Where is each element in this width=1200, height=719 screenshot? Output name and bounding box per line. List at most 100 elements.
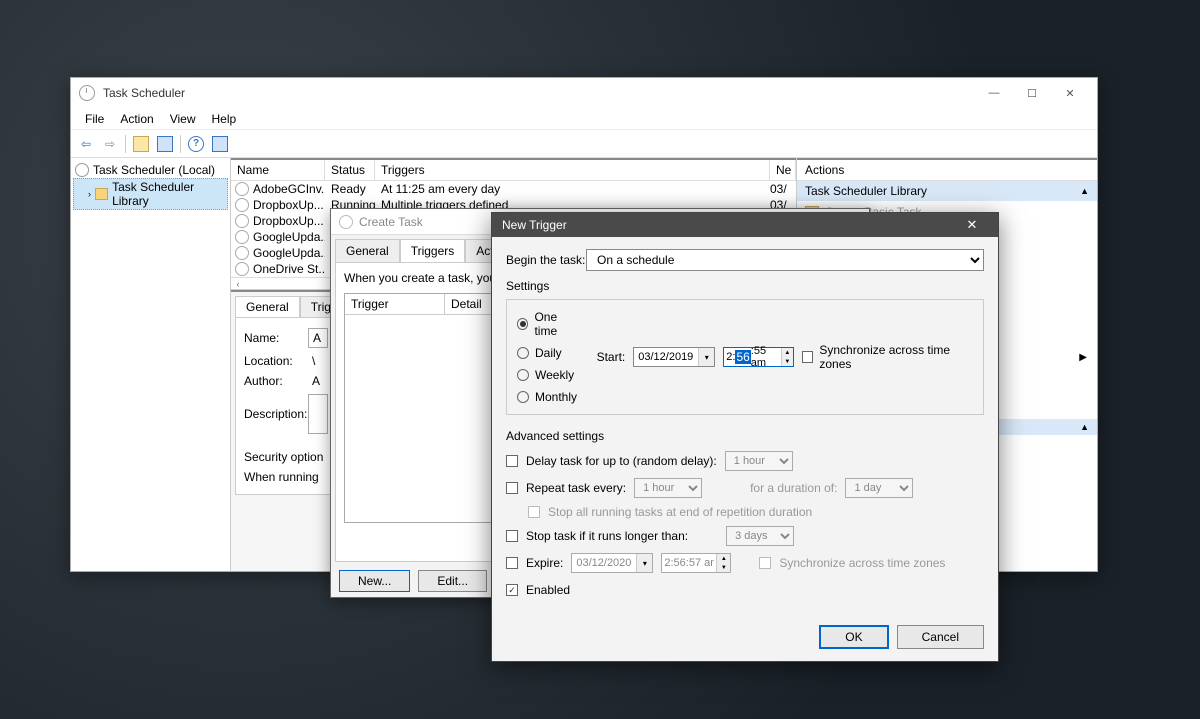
begin-task-select[interactable]: On a schedule: [586, 249, 984, 271]
stop-all-checkbox: [528, 506, 540, 518]
task-icon: [235, 214, 249, 228]
radio-weekly[interactable]: Weekly: [517, 368, 581, 382]
sync-timezone-checkbox[interactable]: Synchronize across time zones: [802, 343, 973, 371]
task-row[interactable]: AdobeGCInv...ReadyAt 11:25 am every day0…: [231, 181, 796, 197]
enabled-checkbox[interactable]: [506, 584, 518, 596]
dialog-close-button[interactable]: ✕: [956, 217, 988, 233]
radio-icon: [517, 318, 528, 330]
name-label: Name:: [244, 331, 308, 345]
edit-trigger-button[interactable]: Edit...: [418, 570, 487, 592]
stop-if-select[interactable]: 3 days: [726, 526, 794, 546]
col-triggers[interactable]: Triggers: [375, 160, 770, 180]
expire-label: Expire:: [526, 556, 563, 570]
start-date-picker[interactable]: ▾: [633, 347, 715, 367]
menu-action[interactable]: Action: [112, 110, 161, 128]
duration-label: for a duration of:: [750, 481, 837, 495]
close-button[interactable]: ✕: [1051, 82, 1089, 104]
window-title: Task Scheduler: [103, 86, 185, 100]
expire-time-input[interactable]: ▲▼: [661, 553, 731, 573]
task-icon: [235, 246, 249, 260]
time-up-button[interactable]: ▲: [781, 348, 793, 357]
titlebar[interactable]: Task Scheduler — ☐ ✕: [71, 78, 1097, 108]
start-date-input[interactable]: [634, 351, 698, 363]
checkbox-icon: [802, 351, 813, 363]
col-status[interactable]: Status: [325, 160, 375, 180]
enabled-label: Enabled: [526, 583, 570, 597]
delay-checkbox[interactable]: [506, 455, 518, 467]
stop-if-checkbox[interactable]: [506, 530, 518, 542]
settings-label: Settings: [506, 279, 984, 293]
radio-daily[interactable]: Daily: [517, 346, 581, 360]
folder-icon: [95, 188, 108, 200]
task-icon: [235, 182, 249, 196]
maximize-button[interactable]: ☐: [1013, 82, 1051, 104]
expire-date-picker[interactable]: ▾: [571, 553, 653, 573]
new-trigger-title: New Trigger: [502, 218, 567, 232]
menu-bar: File Action View Help: [71, 108, 1097, 130]
time-down-button[interactable]: ▼: [781, 357, 793, 366]
forward-button[interactable]: ⇨: [99, 133, 121, 155]
begin-task-label: Begin the task:: [506, 253, 586, 267]
toolbar-icon-2[interactable]: [154, 133, 176, 155]
radio-monthly[interactable]: Monthly: [517, 390, 581, 404]
date-dropdown-icon[interactable]: ▾: [636, 554, 652, 572]
actions-header: Actions: [797, 160, 1097, 181]
new-trigger-titlebar[interactable]: New Trigger ✕: [492, 213, 998, 237]
tab-general[interactable]: General: [235, 296, 300, 317]
expire-date-input[interactable]: [572, 557, 636, 569]
radio-one-time[interactable]: One time: [517, 310, 581, 338]
repeat-select[interactable]: 1 hour: [634, 478, 702, 498]
col-next[interactable]: Ne: [770, 160, 796, 180]
collapse-icon[interactable]: ▲: [1080, 186, 1089, 196]
expand-icon[interactable]: ›: [88, 189, 91, 199]
radio-icon: [517, 391, 529, 403]
delay-select[interactable]: 1 hour: [725, 451, 793, 471]
sync2-checkbox: [759, 557, 771, 569]
th-trigger[interactable]: Trigger: [345, 294, 445, 314]
ct-tab-triggers[interactable]: Triggers: [400, 239, 466, 262]
task-icon: [235, 198, 249, 212]
author-label: Author:: [244, 374, 308, 388]
cancel-button[interactable]: Cancel: [897, 625, 984, 649]
duration-select[interactable]: 1 day: [845, 478, 913, 498]
new-trigger-dialog: New Trigger ✕ Begin the task: On a sched…: [491, 212, 999, 662]
task-icon: [235, 262, 249, 276]
toolbar-icon-1[interactable]: [130, 133, 152, 155]
collapse-icon[interactable]: ▲: [1080, 422, 1089, 432]
repeat-checkbox[interactable]: [506, 482, 518, 494]
desc-label: Description:: [244, 407, 308, 421]
tree-root[interactable]: Task Scheduler (Local): [73, 162, 228, 178]
ok-button[interactable]: OK: [819, 625, 888, 649]
name-field[interactable]: [308, 328, 328, 348]
tree-library[interactable]: › Task Scheduler Library: [73, 178, 228, 210]
new-trigger-button[interactable]: New...: [339, 570, 410, 592]
task-icon: [235, 230, 249, 244]
radio-icon: [517, 347, 529, 359]
toolbar-icon-3[interactable]: [209, 133, 231, 155]
col-name[interactable]: Name: [231, 160, 325, 180]
start-label: Start:: [597, 350, 626, 364]
desc-field[interactable]: [308, 394, 328, 434]
arrow-right-icon[interactable]: ▶: [1079, 352, 1087, 363]
ct-tab-general[interactable]: General: [335, 239, 400, 262]
minimize-button[interactable]: —: [975, 82, 1013, 104]
help-button[interactable]: ?: [185, 133, 207, 155]
action-group[interactable]: Task Scheduler Library ▲: [797, 181, 1097, 201]
author-value: A: [308, 374, 320, 388]
tree-root-label: Task Scheduler (Local): [93, 163, 215, 177]
app-icon: [79, 85, 95, 101]
repeat-label: Repeat task every:: [526, 481, 626, 495]
tree-child-label: Task Scheduler Library: [112, 180, 225, 208]
location-label: Location:: [244, 354, 308, 368]
date-dropdown-icon[interactable]: ▾: [698, 348, 714, 366]
menu-help[interactable]: Help: [204, 110, 245, 128]
menu-view[interactable]: View: [162, 110, 204, 128]
sync2-label: Synchronize across time zones: [779, 556, 945, 570]
expire-checkbox[interactable]: [506, 557, 518, 569]
settings-fieldset: One time Daily Weekly Monthly Start: ▾ 2…: [506, 299, 984, 415]
back-button[interactable]: ⇦: [75, 133, 97, 155]
menu-file[interactable]: File: [77, 110, 112, 128]
create-task-title: Create Task: [359, 215, 423, 229]
clock-icon: [75, 163, 89, 177]
start-time-input[interactable]: 2:56:55 am ▲▼: [723, 347, 794, 367]
